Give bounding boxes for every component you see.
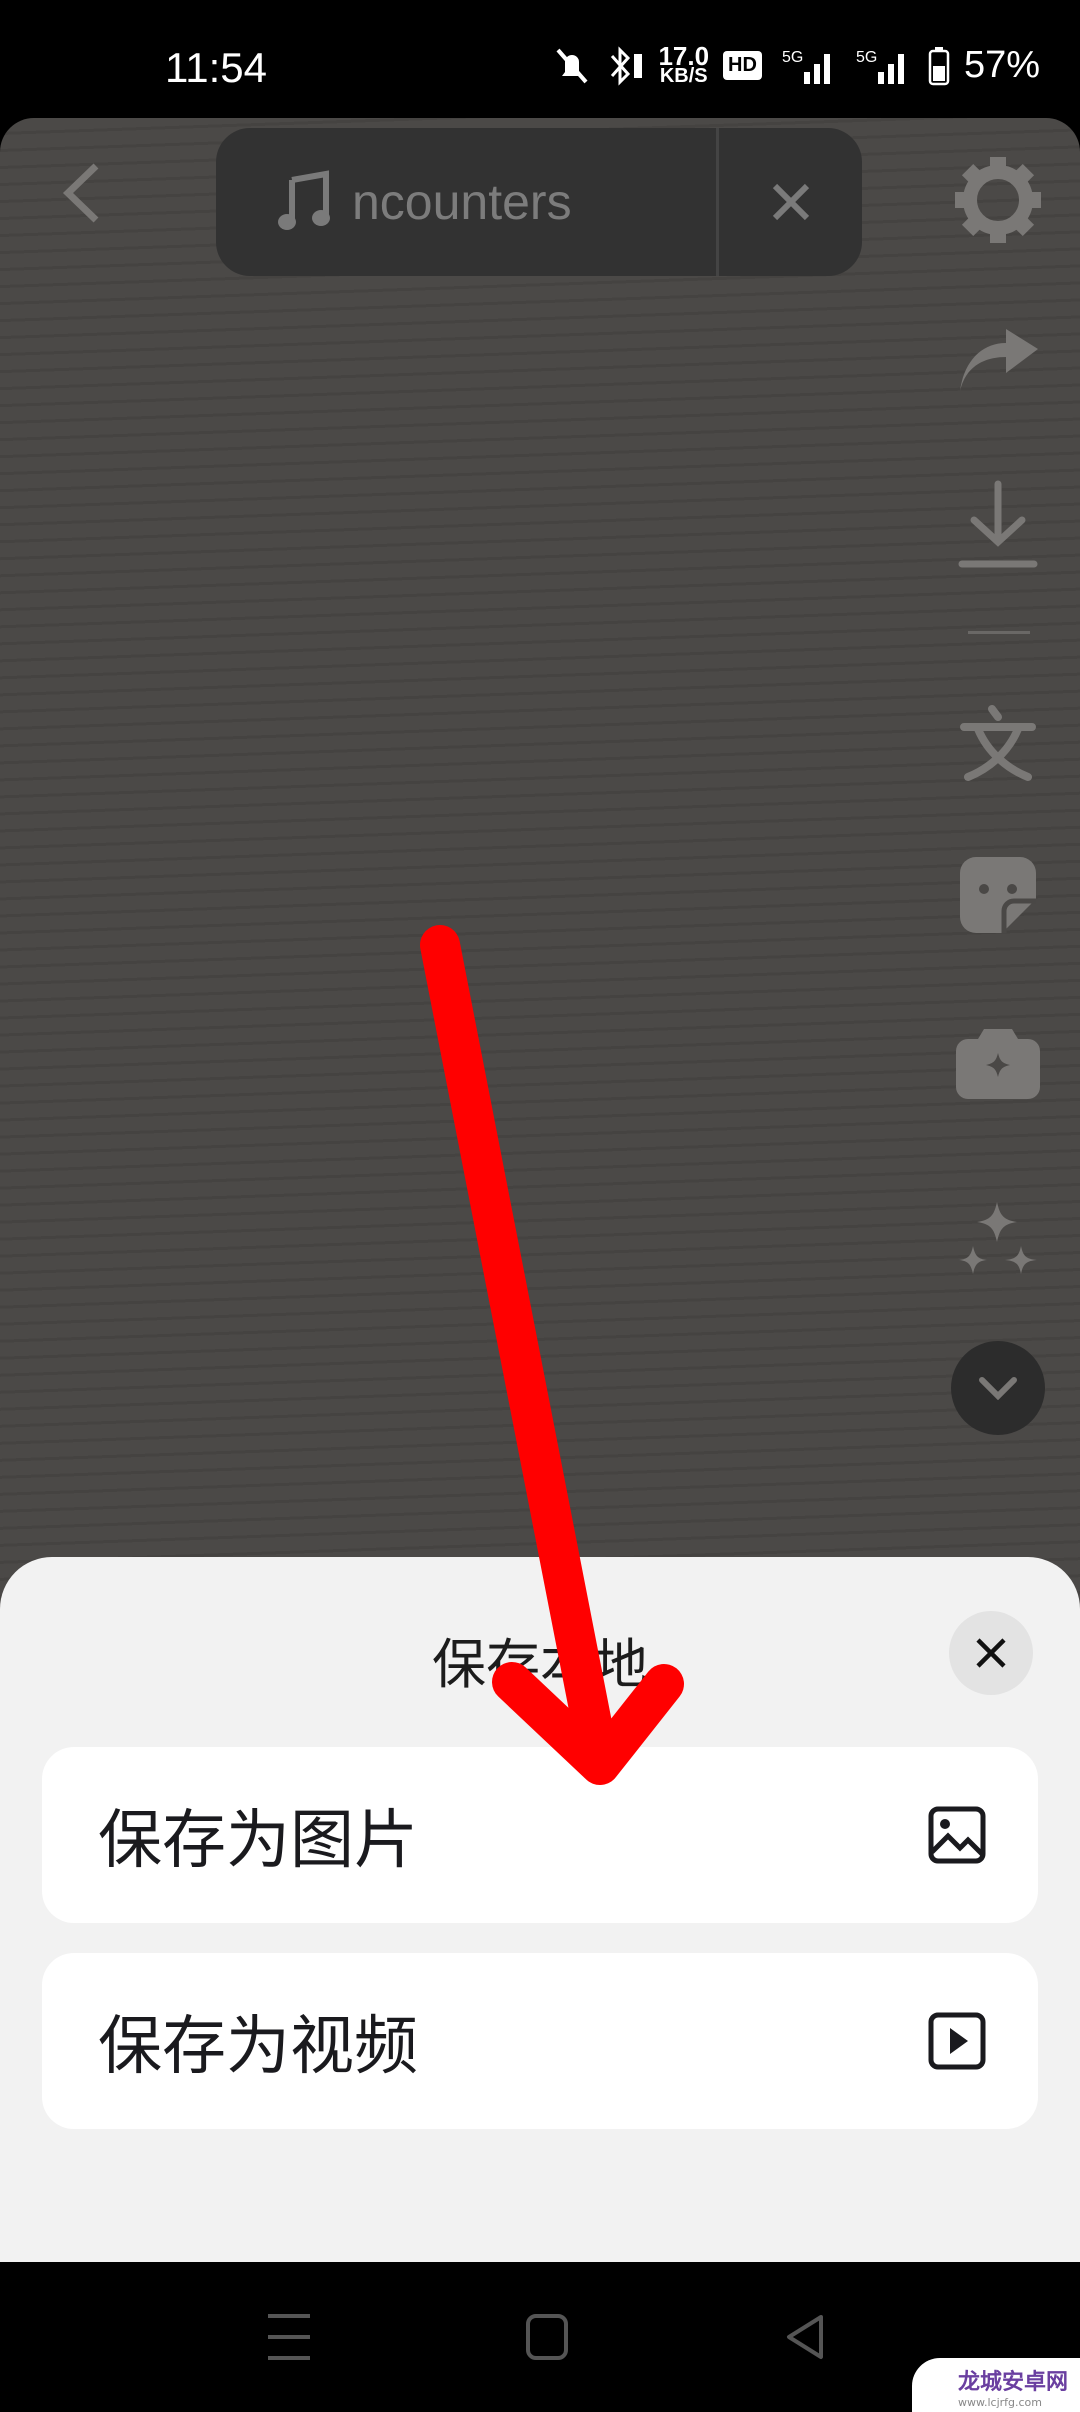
back-icon[interactable] (785, 2314, 825, 2360)
home-icon[interactable] (526, 2314, 568, 2360)
recent-apps-icon[interactable] (268, 2312, 310, 2362)
navigation-bar: 龙城安卓网 www.lcjrfg.com (0, 2262, 1080, 2412)
annotation-arrow (420, 925, 684, 1785)
watermark: 龙城安卓网 www.lcjrfg.com (912, 2358, 1080, 2412)
